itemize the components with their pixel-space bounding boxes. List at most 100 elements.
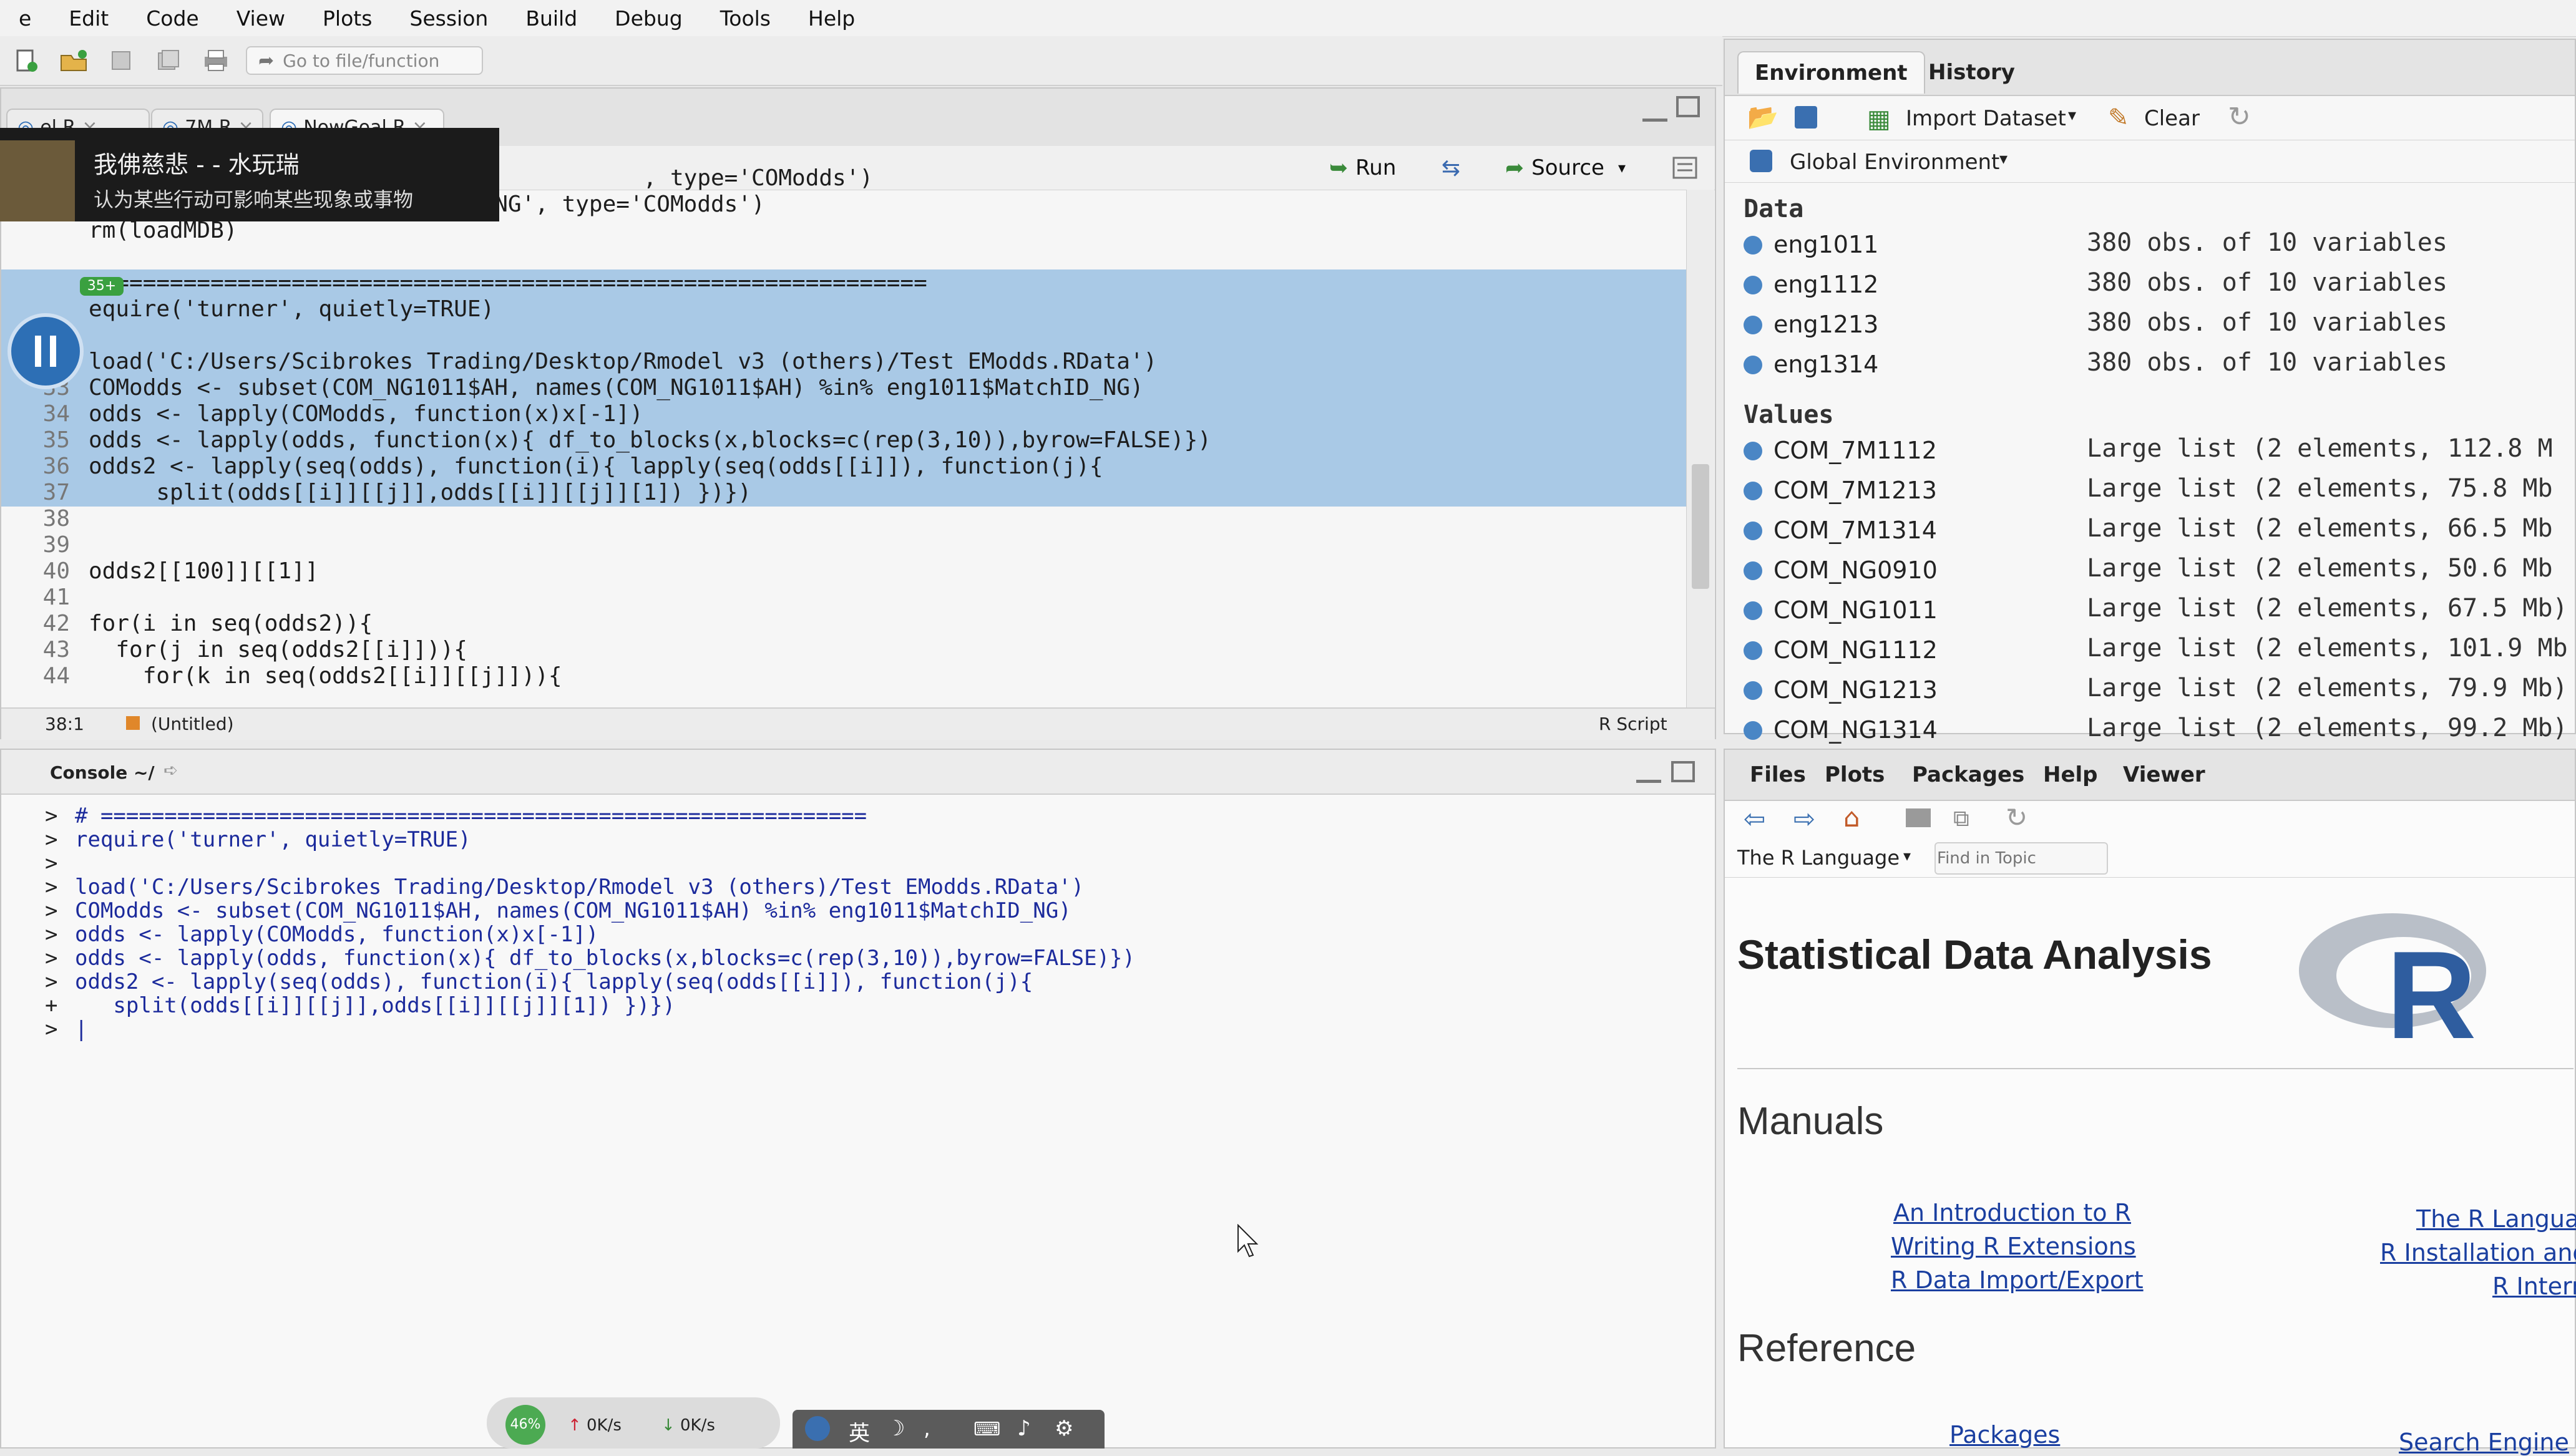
manual-link-intro[interactable]: An Introduction to R xyxy=(1893,1199,2131,1226)
chevron-down-icon[interactable]: ▾ xyxy=(1999,150,2008,168)
save-icon[interactable] xyxy=(104,45,139,76)
env-object-row[interactable]: COM_NG1213 Large list (2 elements, 79.9 M… xyxy=(1744,672,2574,710)
moon-icon[interactable]: ☽ xyxy=(886,1416,905,1441)
menu-item[interactable]: View xyxy=(218,6,304,31)
open-folder-icon[interactable]: 📂 xyxy=(1747,102,1778,132)
punctuation-icon[interactable]: , xyxy=(924,1416,930,1441)
code-line[interactable]: 39 xyxy=(1,531,1686,559)
manual-link-installation[interactable]: R Installation and xyxy=(2380,1239,2576,1266)
expand-object-icon[interactable] xyxy=(1744,276,1762,294)
pause-button[interactable] xyxy=(11,317,80,386)
code-line[interactable]: 35 odds <- lapply(odds, function(x){ df_t… xyxy=(1,427,1686,454)
settings-gear-icon[interactable]: ⚙ xyxy=(1055,1416,1073,1441)
env-object-row[interactable]: COM_7M1213 Large list (2 elements, 75.8 M… xyxy=(1744,473,2574,510)
goto-dir-icon[interactable]: ➪ xyxy=(163,760,178,780)
maximize-icon[interactable] xyxy=(1671,761,1695,782)
env-object-row[interactable]: COM_NG0910 Large list (2 elements, 50.6 M… xyxy=(1744,553,2574,590)
expand-object-icon[interactable] xyxy=(1744,356,1762,374)
tab-files[interactable]: Files xyxy=(1737,756,1818,794)
menu-item[interactable]: e xyxy=(0,6,50,31)
open-project-icon[interactable] xyxy=(56,45,91,76)
code-line[interactable]: 32load('C:/Users/Scibrokes Trading/Deskt… xyxy=(1,348,1686,376)
expand-object-icon[interactable] xyxy=(1744,641,1762,660)
env-object-row[interactable]: eng1314 380 obs. of 10 variables xyxy=(1744,347,2574,384)
home-icon[interactable]: ⌂ xyxy=(1843,802,1860,833)
expand-object-icon[interactable] xyxy=(1744,681,1762,700)
expand-object-icon[interactable] xyxy=(1744,482,1762,500)
save-all-icon[interactable] xyxy=(151,45,186,76)
env-object-row[interactable]: COM_7M1314 Large list (2 elements, 66.5 M… xyxy=(1744,513,2574,550)
topic-selector[interactable]: The R Language xyxy=(1737,846,1900,870)
manual-link-import-export[interactable]: R Data Import/Export xyxy=(1891,1266,2144,1294)
new-file-icon[interactable] xyxy=(9,45,44,76)
keyboard-icon[interactable]: ⌨ xyxy=(973,1419,1000,1440)
editor-scrollbar[interactable] xyxy=(1686,190,1714,707)
import-dataset-button[interactable]: Import Dataset xyxy=(1906,106,2066,131)
console-output[interactable]: > # =====================================… xyxy=(1,794,1715,1449)
code-line[interactable] xyxy=(1,243,1686,271)
back-arrow-icon[interactable]: ⇦ xyxy=(1744,803,1765,834)
code-line[interactable]: ========================================… xyxy=(1,269,1686,297)
print-icon[interactable] xyxy=(1906,808,1931,827)
expand-object-icon[interactable] xyxy=(1744,561,1762,580)
tab-help[interactable]: Help xyxy=(2031,756,2110,794)
microphone-icon[interactable]: ♪ xyxy=(1017,1416,1031,1441)
tab-environment[interactable]: Environment xyxy=(1737,51,1925,94)
manual-link-extensions[interactable]: Writing R Extensions xyxy=(1891,1233,2136,1260)
env-object-row[interactable]: eng1112 380 obs. of 10 variables xyxy=(1744,267,2574,304)
code-line[interactable] xyxy=(1,322,1686,349)
chevron-down-icon[interactable]: ▾ xyxy=(1903,847,1911,865)
code-line[interactable]: 44 for(k in seq(odds2[[i]][[j]])){ xyxy=(1,662,1686,690)
expand-object-icon[interactable] xyxy=(1744,721,1762,740)
tab-history[interactable]: History xyxy=(1912,51,2031,94)
menu-item[interactable]: Build xyxy=(507,6,596,31)
code-line[interactable]: 34 odds <- lapply(COModds, function(x)x[-… xyxy=(1,400,1686,428)
minimize-icon[interactable] xyxy=(1642,105,1667,122)
code-line[interactable]: 38 xyxy=(1,505,1686,533)
tab-viewer[interactable]: Viewer xyxy=(2110,756,2218,794)
tab-plots[interactable]: Plots xyxy=(1812,756,1897,794)
menu-item[interactable]: Plots xyxy=(304,6,391,31)
menu-item[interactable]: Session xyxy=(391,6,507,31)
code-line[interactable]: 37 split(odds[[i]][[j]],odds[[i]][[j]][1… xyxy=(1,479,1686,507)
menu-item[interactable]: Code xyxy=(127,6,217,31)
code-line[interactable]: 43 for(j in seq(odds2[[i]])){ xyxy=(1,636,1686,664)
menu-item[interactable]: Edit xyxy=(50,6,127,31)
maximize-icon[interactable] xyxy=(1676,96,1700,117)
code-area[interactable]: , type='COModds')20COM_NG1314 <- loadMDB… xyxy=(1,165,1686,707)
goto-file-input[interactable]: ➦ Go to file/function xyxy=(246,46,483,75)
expand-object-icon[interactable] xyxy=(1744,236,1762,255)
ime-logo-icon[interactable] xyxy=(805,1416,830,1441)
env-object-row[interactable]: COM_NG1314 Large list (2 elements, 99.2 M… xyxy=(1744,712,2574,750)
code-line[interactable]: 33 COModds <- subset(COM_NG1011$AH, names… xyxy=(1,374,1686,402)
print-icon[interactable] xyxy=(198,45,233,76)
memory-usage-indicator[interactable]: 46% xyxy=(505,1405,545,1445)
expand-object-icon[interactable] xyxy=(1744,316,1762,334)
menu-item[interactable]: Help xyxy=(789,6,874,31)
save-workspace-icon[interactable] xyxy=(1795,106,1817,129)
scroll-thumb[interactable] xyxy=(1692,464,1709,589)
env-object-row[interactable]: COM_NG1011 Large list (2 elements, 67.5 M… xyxy=(1744,593,2574,630)
env-object-row[interactable]: COM_NG1112 Large list (2 elements, 101.9 … xyxy=(1744,633,2574,670)
tab-packages[interactable]: Packages xyxy=(1900,756,2037,794)
menu-item[interactable]: Tools xyxy=(701,6,789,31)
code-line[interactable]: 36 odds2 <- lapply(seq(odds), function(i)… xyxy=(1,453,1686,480)
music-notification-popup[interactable]: 我佛慈悲 - - 水玩瑞 认为某些行动可影响某些现象或事物 xyxy=(0,128,499,221)
code-line[interactable]: 40 odds2[[100]][[1]] xyxy=(1,558,1686,585)
code-line[interactable]: equire('turner', quietly=TRUE) xyxy=(1,296,1686,323)
code-line[interactable]: 41 xyxy=(1,584,1686,611)
env-object-row[interactable]: eng1213 380 obs. of 10 variables xyxy=(1744,307,2574,344)
refresh-icon[interactable]: ↻ xyxy=(2006,802,2027,833)
forward-arrow-icon[interactable]: ⇨ xyxy=(1793,803,1815,834)
manual-link-internals[interactable]: R Intern xyxy=(2492,1273,2576,1300)
refresh-icon[interactable]: ↻ xyxy=(2228,101,2251,133)
expand-object-icon[interactable] xyxy=(1744,442,1762,460)
expand-object-icon[interactable] xyxy=(1744,601,1762,620)
ime-language-toggle[interactable]: 英 xyxy=(849,1416,870,1447)
find-in-topic-input[interactable] xyxy=(1934,842,2108,875)
clear-button[interactable]: Clear xyxy=(2144,106,2200,131)
reference-link-search[interactable]: Search Engine xyxy=(2399,1429,2569,1456)
open-window-icon[interactable]: ⧉ xyxy=(1953,806,1969,832)
expand-object-icon[interactable] xyxy=(1744,522,1762,540)
file-type-label[interactable]: R Script xyxy=(1599,714,1667,734)
